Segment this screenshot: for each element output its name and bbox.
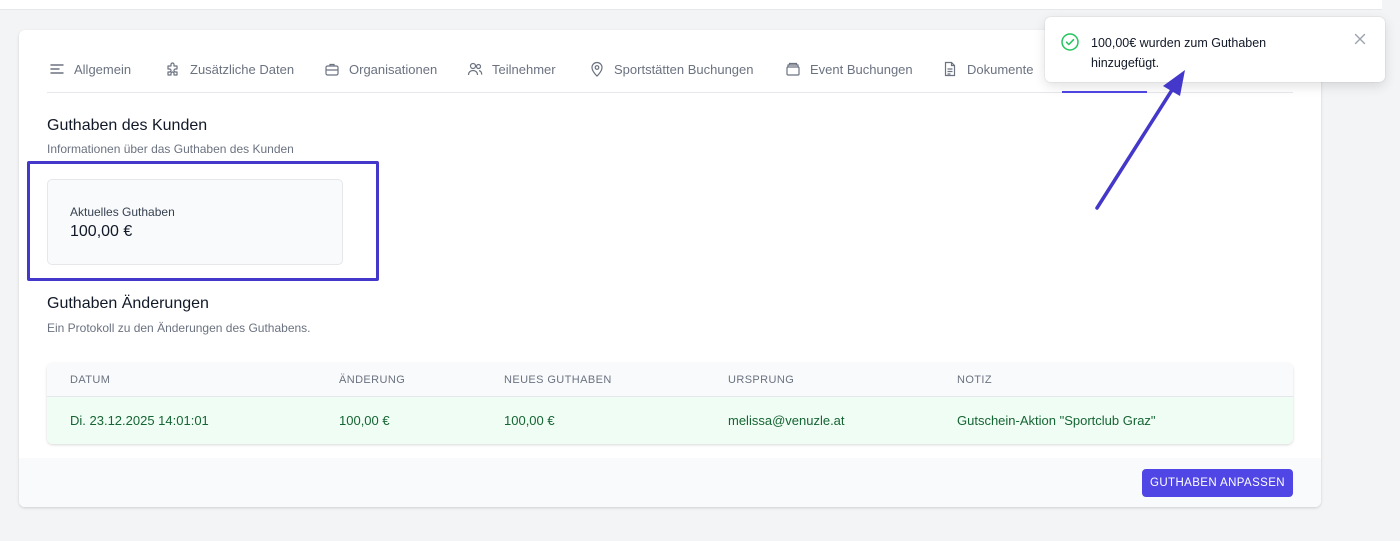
column-header-datum: DATUM: [70, 374, 111, 386]
customer-credit-card: Allgemein Zusätzliche Daten Organisation…: [19, 30, 1321, 507]
current-balance-label: Aktuelles Guthaben: [70, 205, 175, 219]
menu-lines-icon: [49, 61, 65, 77]
briefcase-icon: [324, 61, 340, 77]
adjust-credit-button[interactable]: GUTHABEN ANPASSEN: [1142, 469, 1293, 497]
table-row: Di. 23.12.2025 14:01:01 100,00 € 100,00 …: [47, 397, 1293, 444]
tab-label: Zusätzliche Daten: [190, 61, 295, 77]
box-icon: [785, 61, 801, 77]
current-balance-card: Aktuelles Guthaben 100,00 €: [47, 179, 343, 265]
toast-message: 100,00€ wurden zum Guthaben hinzugefügt.: [1091, 36, 1267, 70]
cell-aenderung: 100,00 €: [339, 413, 390, 428]
credit-section-title: Guthaben des Kunden: [47, 117, 208, 134]
users-icon: [467, 61, 483, 77]
changes-section-title: Guthaben Änderungen: [47, 295, 209, 312]
tab-label: Sportstätten Buchungen: [614, 61, 754, 77]
tab-teilnehmer[interactable]: Teilnehmer: [467, 59, 556, 79]
tab-label: Teilnehmer: [492, 61, 556, 77]
document-icon: [942, 61, 958, 77]
tab-label: Dokumente: [967, 61, 1034, 77]
tab-allgemein[interactable]: Allgemein: [49, 59, 131, 79]
cell-notiz: Gutschein-Aktion "Sportclub Graz": [957, 413, 1156, 428]
tab-event-buchungen[interactable]: Event Buchungen: [785, 59, 913, 79]
credit-section-subtitle: Informationen über das Guthaben des Kund…: [47, 142, 294, 156]
active-tab-indicator: [1062, 91, 1147, 93]
card-footer: GUTHABEN ANPASSEN: [19, 458, 1321, 507]
location-pin-icon: [589, 61, 605, 77]
cell-ursprung: melissa@venuzle.at: [728, 413, 845, 428]
table-header: DATUM ÄNDERUNG NEUES GUTHABEN URSPRUNG N…: [47, 363, 1293, 397]
tab-organisationen[interactable]: Organisationen: [324, 59, 437, 79]
tab-label: Allgemein: [74, 61, 132, 77]
puzzle-icon: [165, 61, 181, 77]
cell-neues-guthaben: 100,00 €: [504, 413, 555, 428]
credit-changes-table: DATUM ÄNDERUNG NEUES GUTHABEN URSPRUNG N…: [47, 363, 1293, 444]
column-header-neues-guthaben: NEUES GUTHABEN: [504, 374, 612, 386]
tab-zusaetzliche-daten[interactable]: Zusätzliche Daten: [165, 59, 294, 79]
column-header-notiz: NOTIZ: [957, 374, 992, 386]
cell-datum: Di. 23.12.2025 14:01:01: [70, 413, 209, 428]
close-icon[interactable]: [1352, 31, 1368, 47]
column-header-ursprung: URSPRUNG: [728, 374, 795, 386]
tab-label: Organisationen: [349, 61, 438, 77]
tab-label: Event Buchungen: [810, 61, 913, 77]
tab-dokumente[interactable]: Dokumente: [942, 59, 1033, 79]
check-circle-icon: [1060, 32, 1080, 52]
changes-section-subtitle: Ein Protokoll zu den Änderungen des Guth…: [47, 321, 311, 335]
current-balance-value: 100,00 €: [70, 223, 133, 240]
tab-sportstaetten-buchungen[interactable]: Sportstätten Buchungen: [589, 59, 754, 79]
success-toast: 100,00€ wurden zum Guthaben hinzugefügt.: [1045, 17, 1385, 82]
top-bar: [0, 0, 1382, 10]
column-header-aenderung: ÄNDERUNG: [339, 374, 406, 386]
